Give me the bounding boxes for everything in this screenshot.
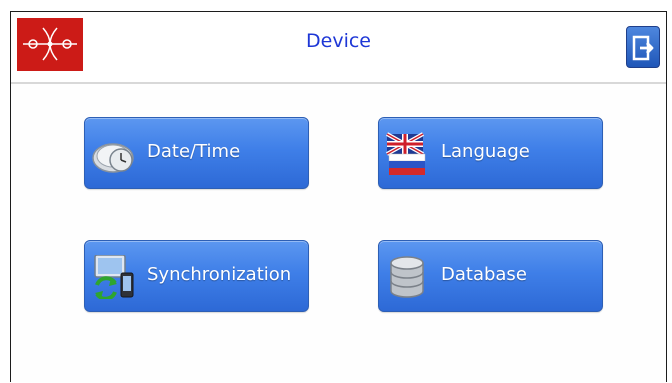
datetime-button[interactable]: Date/Time <box>84 117 309 189</box>
page-title: Device <box>306 30 371 52</box>
exit-icon <box>632 35 654 61</box>
synchronization-label: Synchronization <box>147 264 292 285</box>
datetime-label: Date/Time <box>147 141 241 162</box>
database-icon <box>385 255 429 299</box>
sync-devices-icon <box>91 254 135 301</box>
clock-icon <box>91 132 135 176</box>
database-button[interactable]: Database <box>378 240 603 312</box>
language-label: Language <box>441 141 530 162</box>
database-label: Database <box>441 264 527 285</box>
synchronization-button[interactable]: Synchronization <box>84 240 309 312</box>
device-screen: Device Date/Time Language Synchronizatio… <box>10 11 667 382</box>
language-button[interactable]: Language <box>378 117 603 189</box>
flags-icon <box>385 132 429 176</box>
header-bar: Device <box>11 12 666 84</box>
exit-button[interactable] <box>626 26 660 68</box>
